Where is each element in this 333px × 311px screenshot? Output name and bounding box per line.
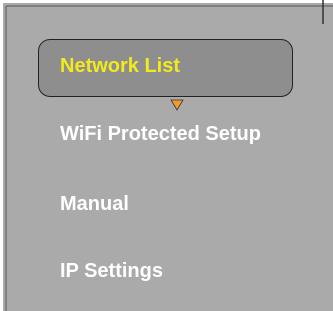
triangle-down-icon <box>170 99 184 111</box>
menu-item-ip-settings[interactable]: IP Settings <box>60 259 163 283</box>
menu-item-wifi-protected-setup[interactable]: WiFi Protected Setup <box>60 122 261 146</box>
menu-item-network-list[interactable]: Network List <box>60 54 180 78</box>
menu-item-manual[interactable]: Manual <box>60 192 129 216</box>
menu-panel: Network List WiFi Protected Setup Manual… <box>0 0 333 311</box>
